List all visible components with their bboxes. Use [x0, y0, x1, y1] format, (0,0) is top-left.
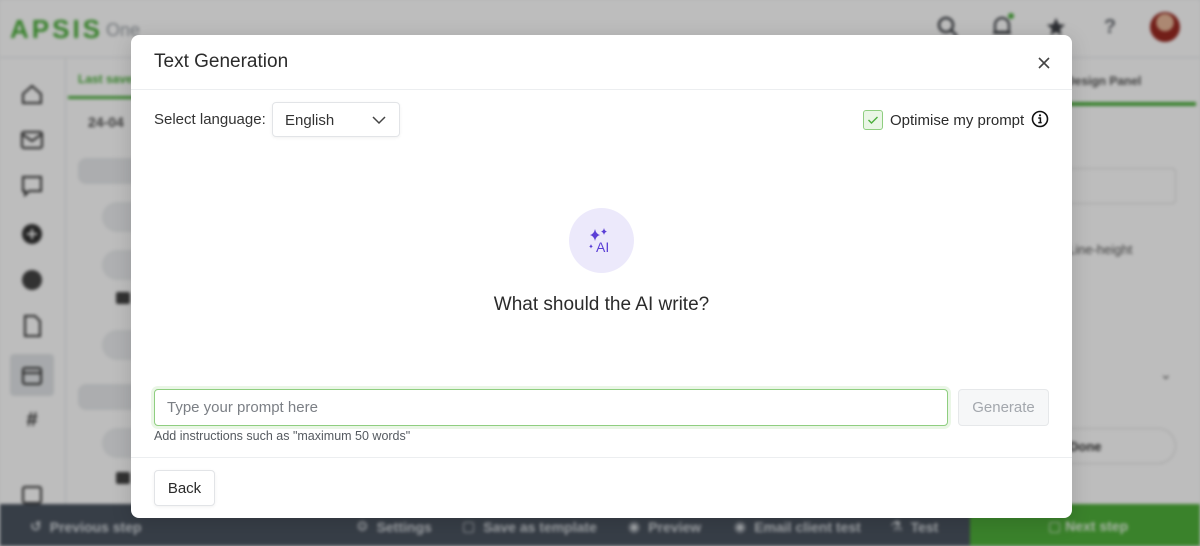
optimise-prompt-label: Optimise my prompt: [890, 111, 1025, 129]
prompt-hint: Add instructions such as "maximum 50 wor…: [154, 429, 411, 443]
language-label: Select language:: [154, 111, 266, 128]
language-select-value: English: [285, 112, 335, 129]
ai-question-heading: What should the AI write?: [493, 294, 710, 315]
check-icon: [868, 116, 878, 124]
info-icon[interactable]: [1031, 110, 1049, 128]
ai-icon-text: AI: [596, 239, 609, 255]
ai-sparkle-icon: AI: [588, 227, 609, 255]
generate-button[interactable]: Generate: [958, 389, 1049, 426]
dialog-header: Text Generation: [131, 35, 1072, 90]
close-icon: [1038, 57, 1050, 69]
optimise-prompt-checkbox[interactable]: [863, 110, 883, 130]
prompt-input[interactable]: [154, 389, 948, 426]
footer-divider: [131, 457, 1072, 458]
chevron-down-icon: [372, 116, 386, 125]
optimise-prompt-option[interactable]: Optimise my prompt: [863, 110, 1024, 130]
dialog-title: Text Generation: [154, 51, 289, 72]
ai-sparkle-badge: AI: [569, 208, 634, 273]
close-button[interactable]: [1032, 51, 1056, 75]
back-button[interactable]: Back: [154, 470, 215, 506]
text-generation-dialog: Text Generation Select language: English…: [131, 35, 1072, 518]
language-select[interactable]: English: [272, 102, 400, 137]
